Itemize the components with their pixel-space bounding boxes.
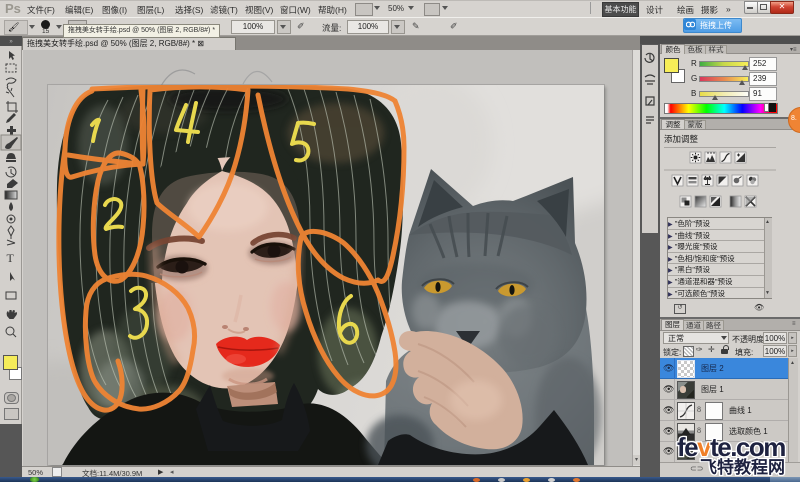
svg-text:飞特教程网: 飞特教程网	[700, 457, 785, 476]
svg-text:T: T	[7, 251, 15, 265]
